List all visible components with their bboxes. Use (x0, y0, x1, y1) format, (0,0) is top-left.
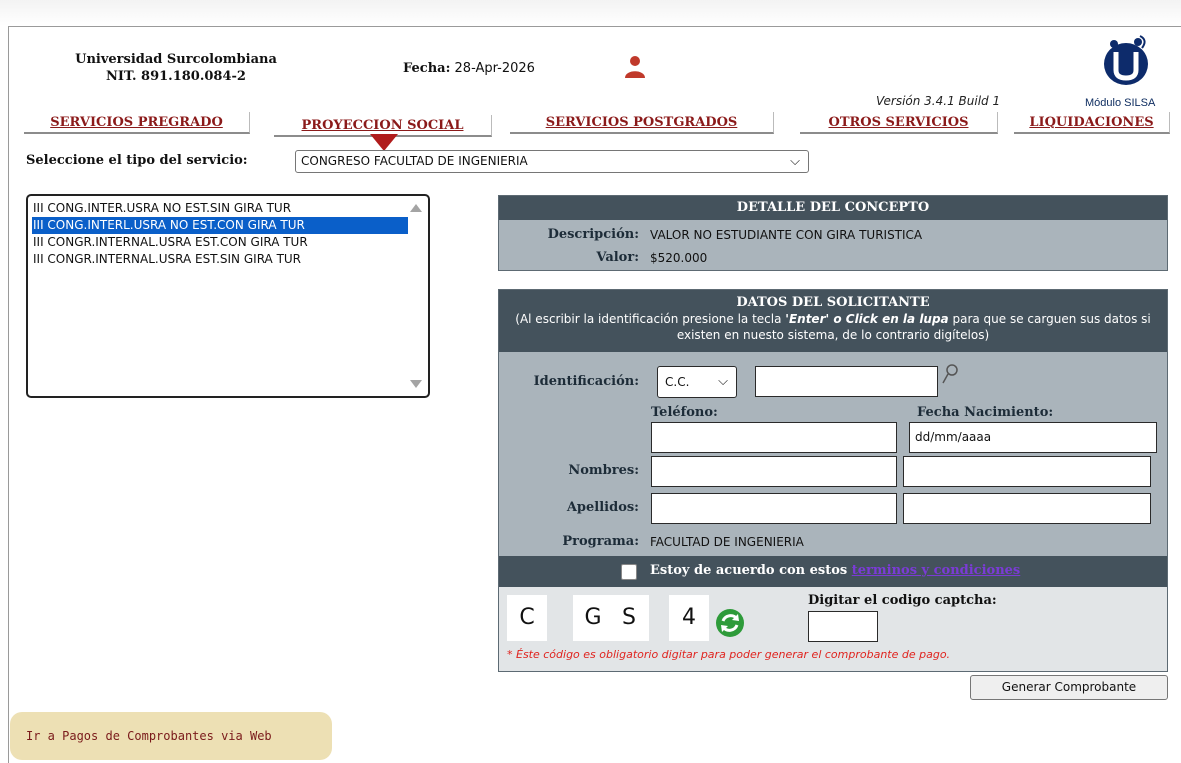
top-bar (0, 0, 1181, 26)
id-type-select[interactable]: C.C. ⌵ (657, 366, 737, 398)
applicant-header: DATOS DEL SOLICITANTE (Al escribir la id… (499, 290, 1167, 352)
note-text: (Al escribir la identificación presione … (515, 312, 786, 326)
terms-checkbox[interactable] (621, 564, 637, 580)
captcha-char: 4 (669, 595, 709, 641)
birthdate-label: Fecha Nacimiento: (917, 405, 1054, 420)
concept-detail-panel: DETALLE DEL CONCEPTO Descripción: VALOR … (498, 195, 1168, 271)
concept-detail-title: DETALLE DEL CONCEPTO (499, 196, 1167, 220)
captcha-area: C G S 4 Digitar el codigo captcha: * Ést… (499, 587, 1167, 671)
university-nit: NIT. 891.180.084-2 (106, 69, 246, 84)
scroll-down-icon[interactable] (410, 380, 422, 388)
program-label: Programa: (562, 534, 639, 549)
first-surname-input[interactable] (651, 493, 897, 524)
list-item[interactable]: III CONGR.INTERNAL.USRA EST.SIN GIRA TUR (32, 251, 408, 268)
service-type-select[interactable]: CONGRESO FACULTAD DE INGENIERIA ⌵ (295, 150, 809, 173)
identification-label: Identificación: (533, 374, 639, 389)
applicant-panel: DATOS DEL SOLICITANTE (Al escribir la id… (498, 289, 1168, 672)
date-value: 28-Apr-2026 (454, 61, 535, 76)
chevron-down-icon: ⌵ (718, 374, 728, 389)
chevron-down-icon: ⌵ (790, 154, 800, 169)
active-tab-arrow-icon (370, 134, 398, 151)
surnames-label: Apellidos: (566, 500, 639, 515)
university-name: Universidad Surcolombiana (75, 52, 277, 67)
terms-bar: Estoy de acuerdo con estos terminos y co… (499, 556, 1167, 587)
value-value: $520.000 (650, 251, 708, 265)
tab-otros-servicios[interactable]: OTROS SERVICIOS (800, 112, 998, 134)
applicant-title: DATOS DEL SOLICITANTE (736, 295, 930, 310)
terms-label: Estoy de acuerdo con estos (650, 563, 848, 578)
module-name: Módulo SILSA (1085, 97, 1156, 109)
identification-input[interactable] (755, 366, 938, 397)
description-value: VALOR NO ESTUDIANTE CON GIRA TURISTICA (650, 228, 923, 242)
tab-servicios-pregrado[interactable]: SERVICIOS PREGRADO (24, 112, 250, 134)
tab-liquidaciones[interactable]: LIQUIDACIONES (1014, 112, 1170, 134)
service-type-label: Seleccione el tipo del servicio: (26, 153, 248, 168)
list-item[interactable]: III CONG.INTERL.USRA NO EST.CON GIRA TUR (32, 217, 408, 234)
second-surname-input[interactable] (903, 493, 1151, 524)
terms-text: Estoy de acuerdo con estos terminos y co… (650, 563, 1020, 578)
main-tabs: SERVICIOS PREGRADO PROYECCION SOCIAL SER… (24, 112, 1170, 137)
generate-receipt-button[interactable]: Generar Comprobante (970, 675, 1168, 700)
date-display: Fecha: 28-Apr-2026 (403, 61, 535, 76)
captcha-label: Digitar el codigo captcha: (808, 593, 997, 608)
id-type-value: C.C. (665, 375, 690, 389)
captcha-input[interactable] (808, 611, 878, 642)
silsa-logo-icon (1104, 35, 1148, 85)
captcha-note: * Éste código es obligatorio digitar par… (507, 648, 951, 661)
phone-label: Teléfono: (651, 405, 718, 420)
value-label: Valor: (596, 250, 639, 265)
scroll-up-icon[interactable] (410, 204, 422, 212)
version-text: Versión 3.4.1 Build 1 (876, 94, 1001, 108)
date-label: Fecha: (403, 61, 451, 76)
note-emphasis: 'Enter' o Click en la lupa (785, 312, 949, 326)
names-label: Nombres: (568, 463, 639, 478)
captcha-char: G (573, 595, 613, 641)
birthdate-input[interactable]: dd/mm/aaaa (909, 422, 1157, 453)
phone-input[interactable] (651, 422, 897, 453)
list-item[interactable]: III CONG.INTER.USRA NO EST.SIN GIRA TUR (32, 200, 408, 217)
program-value: FACULTAD DE INGENIERIA (650, 535, 804, 549)
service-type-value: CONGRESO FACULTAD DE INGENIERIA (301, 154, 528, 168)
captcha-char: C (507, 595, 547, 641)
web-payments-button[interactable]: Ir a Pagos de Comprobantes via Web (10, 712, 332, 760)
second-name-input[interactable] (903, 456, 1151, 487)
applicant-note: (Al escribir la identificación presione … (499, 311, 1167, 343)
terms-link[interactable]: terminos y condiciones (852, 563, 1021, 578)
user-icon[interactable] (624, 55, 646, 79)
first-name-input[interactable] (651, 456, 897, 487)
captcha-char: S (609, 595, 649, 641)
tab-servicios-postgrados[interactable]: SERVICIOS POSTGRADOS (510, 112, 774, 134)
search-icon[interactable] (942, 364, 958, 384)
concept-listbox[interactable]: III CONG.INTER.USRA NO EST.SIN GIRA TUR … (26, 194, 430, 398)
list-item[interactable]: III CONGR.INTERNAL.USRA EST.CON GIRA TUR (32, 234, 408, 251)
university-info: Universidad Surcolombiana NIT. 891.180.0… (60, 51, 292, 85)
description-label: Descripción: (547, 227, 639, 242)
refresh-icon[interactable] (714, 607, 746, 639)
